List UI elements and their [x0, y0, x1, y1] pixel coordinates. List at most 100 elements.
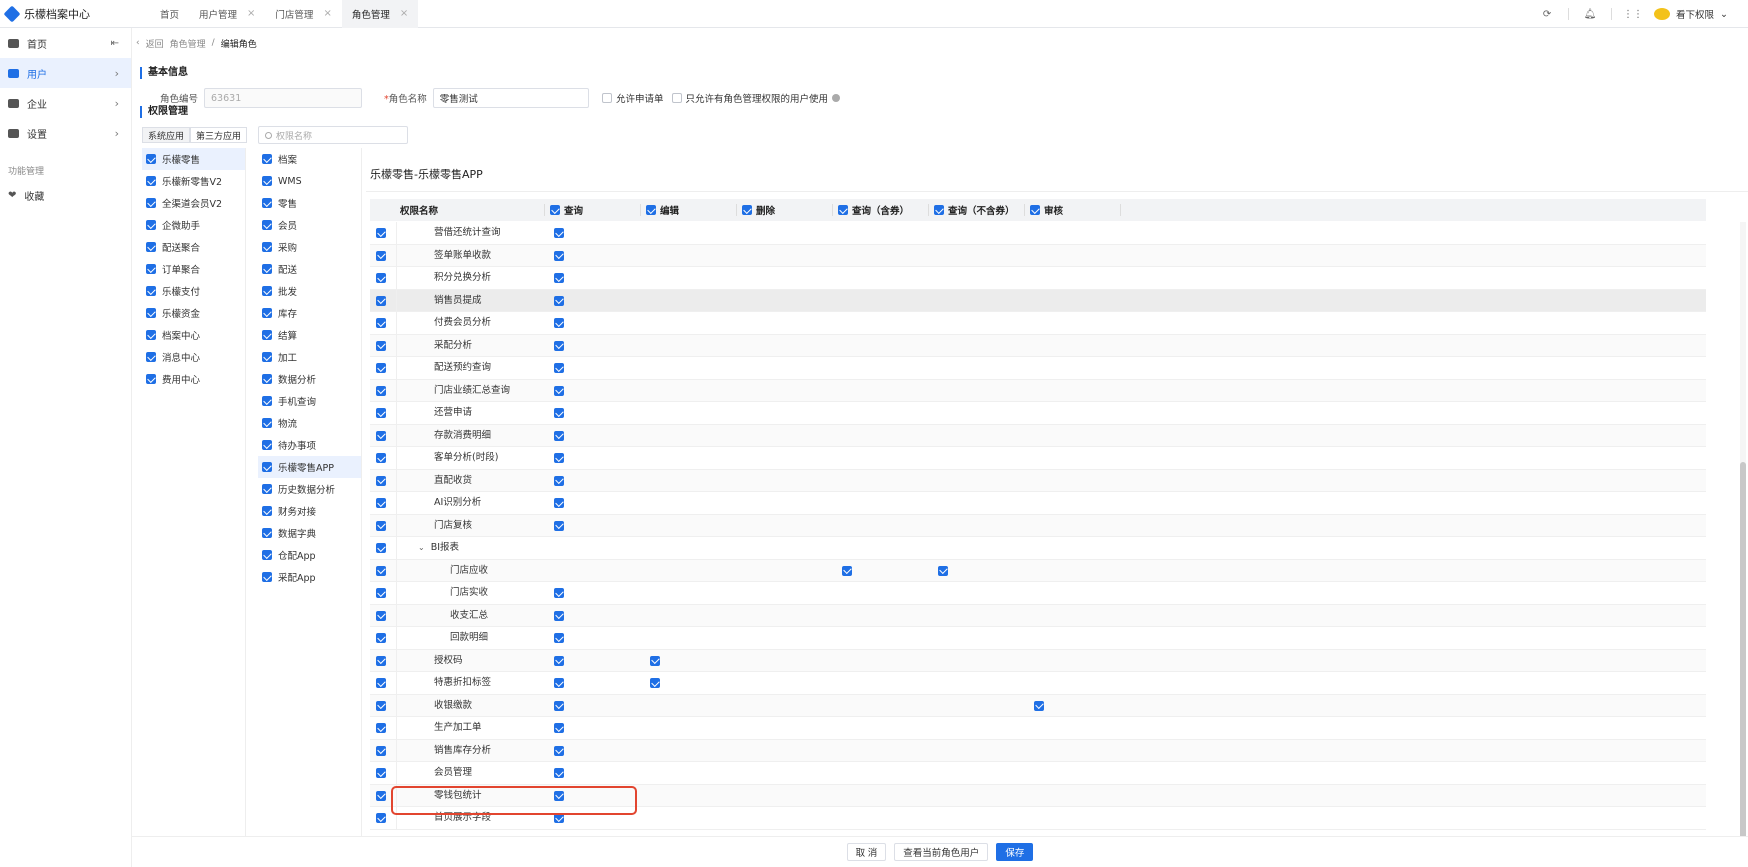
permission-checkbox[interactable]: [554, 723, 564, 733]
checkbox-box[interactable]: [146, 308, 156, 318]
permission-checkbox[interactable]: [650, 678, 660, 688]
row-checkbox[interactable]: [376, 408, 386, 418]
checkbox-box[interactable]: [262, 528, 272, 538]
app-list-item[interactable]: 乐檬新零售V2: [142, 170, 245, 192]
app-list-item[interactable]: 乐檬资金: [142, 302, 245, 324]
row-checkbox[interactable]: [376, 543, 386, 553]
permission-checkbox[interactable]: [554, 588, 564, 598]
permission-checkbox[interactable]: [554, 655, 564, 666]
module-list-item[interactable]: WMS: [258, 170, 361, 192]
tab-0[interactable]: 首页: [150, 0, 189, 28]
checkbox-box[interactable]: [742, 205, 752, 215]
app-list-item[interactable]: 费用中心: [142, 368, 245, 390]
app-list-item[interactable]: 企微助手: [142, 214, 245, 236]
close-icon[interactable]: ×: [247, 8, 255, 19]
sidebar-item-2[interactable]: 企业 ›: [0, 88, 131, 118]
module-list-item[interactable]: 采配App: [258, 566, 361, 588]
permission-checkbox[interactable]: [554, 318, 564, 328]
module-list-item[interactable]: 物流: [258, 412, 361, 434]
checkbox-box[interactable]: [262, 176, 272, 186]
permission-checkbox[interactable]: [554, 430, 564, 441]
row-checkbox[interactable]: [376, 520, 386, 531]
col-header-edit[interactable]: 编辑: [646, 199, 679, 221]
app-list-item[interactable]: 乐檬支付: [142, 280, 245, 302]
module-list-item[interactable]: 档案: [258, 148, 361, 170]
scroll-thumb[interactable]: [1740, 462, 1746, 842]
permission-checkbox[interactable]: [554, 498, 564, 508]
allow-request-checkbox[interactable]: 允许申请单: [602, 91, 664, 105]
checkbox-box[interactable]: [262, 484, 272, 494]
row-checkbox[interactable]: [376, 250, 386, 261]
checkbox-box[interactable]: [146, 374, 156, 384]
cancel-button[interactable]: 取 消: [846, 843, 887, 861]
row-checkbox[interactable]: [376, 723, 386, 733]
permission-checkbox[interactable]: [554, 633, 564, 643]
permission-checkbox[interactable]: [554, 408, 564, 418]
tab-2[interactable]: 门店管理 ×: [265, 0, 341, 28]
permission-checkbox[interactable]: [842, 565, 852, 576]
checkbox-box[interactable]: [602, 93, 612, 103]
permission-checkbox[interactable]: [554, 228, 564, 238]
permission-checkbox[interactable]: [554, 700, 564, 711]
row-checkbox[interactable]: [376, 228, 386, 238]
checkbox-box[interactable]: [262, 374, 272, 384]
row-checkbox[interactable]: [376, 655, 386, 666]
checkbox-box[interactable]: [262, 572, 272, 582]
checkbox-box[interactable]: [146, 264, 156, 274]
checkbox-box[interactable]: [550, 205, 560, 215]
grid-apps-icon[interactable]: ⋮⋮: [1623, 7, 1643, 21]
chevron-left-icon[interactable]: ‹: [136, 38, 140, 48]
app-list-item[interactable]: 订单聚合: [142, 258, 245, 280]
permission-search-input[interactable]: 权限名称: [258, 126, 408, 144]
row-checkbox[interactable]: [376, 385, 386, 396]
checkbox-box[interactable]: [262, 220, 272, 230]
module-list-item[interactable]: 加工: [258, 346, 361, 368]
close-icon[interactable]: ×: [323, 8, 331, 19]
module-list-item[interactable]: 仓配App: [258, 544, 361, 566]
only-role-mgmt-checkbox[interactable]: 只允许有角色管理权限的用户使用: [671, 91, 841, 105]
sidebar-item-3[interactable]: 设置 ›: [0, 118, 131, 148]
checkbox-box[interactable]: [262, 154, 272, 164]
row-checkbox[interactable]: [376, 273, 386, 283]
tab-3[interactable]: 角色管理 ×: [341, 0, 419, 28]
checkbox-box[interactable]: [146, 220, 156, 230]
col-header-query-incl[interactable]: 查询（含券）: [838, 199, 909, 221]
permission-checkbox[interactable]: [554, 475, 564, 486]
permission-checkbox[interactable]: [1034, 700, 1044, 711]
user-menu[interactable]: 看下权限 ⌄: [1654, 7, 1728, 21]
permission-checkbox[interactable]: [554, 295, 564, 306]
col-header-delete[interactable]: 删除: [742, 199, 775, 221]
checkbox-box[interactable]: [262, 418, 272, 428]
module-list-item[interactable]: 历史数据分析: [258, 478, 361, 500]
permission-checkbox[interactable]: [554, 385, 564, 396]
checkbox-box[interactable]: [262, 462, 272, 472]
checkbox-box[interactable]: [146, 352, 156, 362]
app-list-item[interactable]: 配送聚合: [142, 236, 245, 258]
permission-checkbox[interactable]: [650, 655, 660, 666]
row-checkbox[interactable]: [376, 295, 386, 306]
permission-checkbox[interactable]: [554, 340, 564, 351]
app-list-item[interactable]: 乐檬零售: [142, 148, 245, 170]
app-logo[interactable]: 乐檬档案中心: [0, 5, 140, 22]
role-name-field[interactable]: 零售测试: [432, 88, 589, 108]
row-checkbox[interactable]: [376, 430, 386, 441]
tab-third-party-apps[interactable]: 第三方应用: [190, 127, 248, 143]
module-list-item[interactable]: 采购: [258, 236, 361, 258]
checkbox-box[interactable]: [262, 198, 272, 208]
row-checkbox[interactable]: [376, 565, 386, 576]
tab-1[interactable]: 用户管理 ×: [189, 0, 265, 28]
breadcrumb-parent[interactable]: 角色管理: [170, 37, 206, 50]
row-checkbox[interactable]: [376, 768, 386, 778]
module-list-item[interactable]: 配送: [258, 258, 361, 280]
checkbox-box[interactable]: [262, 440, 272, 450]
table-scrollbar[interactable]: [1740, 222, 1746, 844]
module-list-item[interactable]: 结算: [258, 324, 361, 346]
view-role-users-button[interactable]: 查看当前角色用户: [894, 843, 989, 861]
row-checkbox[interactable]: [376, 678, 386, 688]
checkbox-box[interactable]: [146, 154, 156, 164]
checkbox-box[interactable]: [646, 205, 656, 215]
collapse-icon[interactable]: ⇤: [111, 38, 119, 49]
module-list-item[interactable]: 数据字典: [258, 522, 361, 544]
checkbox-box[interactable]: [262, 286, 272, 296]
permission-checkbox[interactable]: [554, 520, 564, 531]
